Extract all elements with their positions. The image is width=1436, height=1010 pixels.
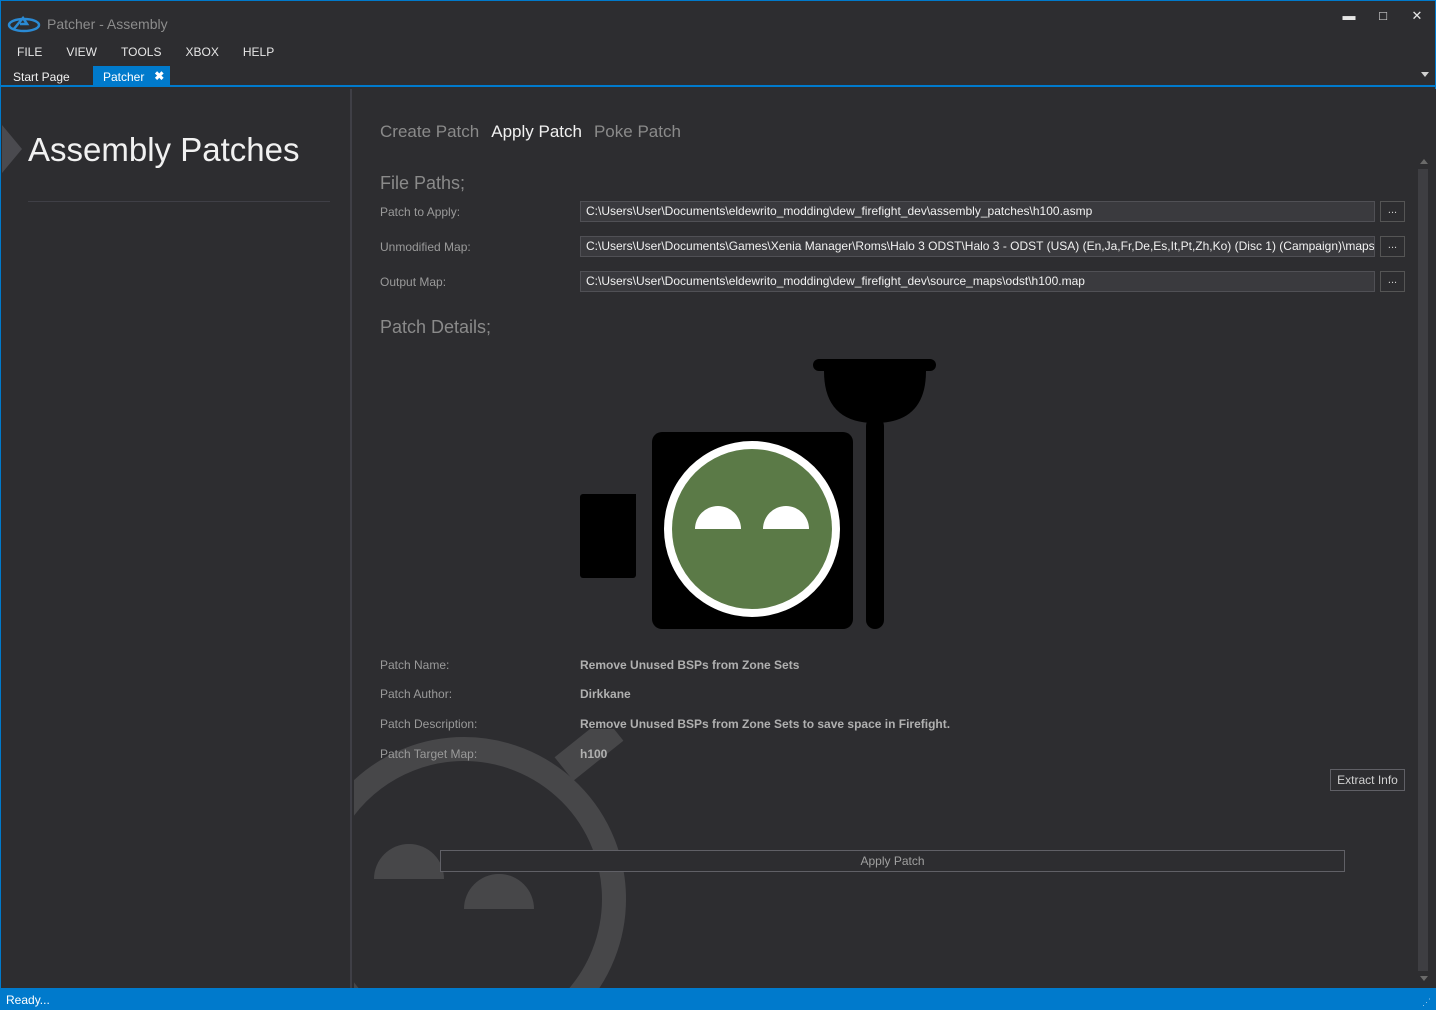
assembly-plunger-logo-icon: [580, 359, 936, 629]
extract-info-button[interactable]: Extract Info: [1330, 769, 1405, 791]
scroll-down-icon[interactable]: [1420, 976, 1428, 981]
patch-description-value: Remove Unused BSPs from Zone Sets to sav…: [580, 717, 951, 731]
browse-patch-button[interactable]: ...: [1380, 201, 1405, 222]
patch-details-heading: Patch Details;: [380, 317, 492, 337]
menu-bar: FILE VIEW TOOLS XBOX HELP: [5, 41, 286, 63]
patch-to-apply-input[interactable]: C:\Users\User\Documents\eldewrito_moddin…: [580, 201, 1375, 222]
selection-arrow-icon: [2, 125, 22, 173]
tab-label: Patcher: [103, 70, 145, 84]
patch-author-label: Patch Author:: [380, 687, 453, 701]
tab-create-patch[interactable]: Create Patch: [380, 122, 479, 142]
patch-target-map-value: h100: [580, 747, 608, 761]
tab-label: Start Page: [13, 70, 70, 84]
tab-start-page[interactable]: Start Page: [3, 66, 80, 87]
scroll-up-icon[interactable]: [1420, 159, 1428, 164]
document-tab-bar: Start Page Patcher ✖: [1, 66, 1435, 87]
tab-close-icon[interactable]: ✖: [154, 69, 164, 83]
left-pane: Assembly Patches: [2, 89, 352, 988]
tab-list-dropdown-icon[interactable]: [1421, 72, 1429, 77]
tab-patcher[interactable]: Patcher ✖: [93, 66, 171, 87]
apply-patch-button[interactable]: Apply Patch: [440, 850, 1345, 872]
tab-apply-patch[interactable]: Apply Patch: [491, 122, 582, 142]
patch-target-map-label: Patch Target Map:: [380, 747, 478, 761]
title-bar: Patcher - Assembly ▬ □ ✕: [1, 1, 1435, 41]
tab-poke-patch[interactable]: Poke Patch: [594, 122, 681, 142]
unmodified-map-input[interactable]: C:\Users\User\Documents\Games\Xenia Mana…: [580, 236, 1375, 257]
app-window: Patcher - Assembly ▬ □ ✕ FILE VIEW TOOLS…: [0, 0, 1436, 1010]
minimize-button[interactable]: ▬: [1335, 5, 1363, 27]
resize-grip-icon[interactable]: ⋰: [1422, 997, 1431, 1008]
patch-name-value: Remove Unused BSPs from Zone Sets: [580, 658, 800, 672]
patch-description-label: Patch Description:: [380, 717, 478, 731]
window-title: Patcher - Assembly: [47, 16, 168, 32]
patcher-main-panel: Create Patch Apply Patch Poke Patch File…: [354, 89, 1436, 988]
unmodified-map-label: Unmodified Map:: [380, 240, 471, 254]
patch-mode-tabs: Create Patch Apply Patch Poke Patch: [380, 122, 681, 142]
menu-xbox[interactable]: XBOX: [173, 41, 230, 63]
menu-view[interactable]: VIEW: [54, 41, 109, 63]
menu-help[interactable]: HELP: [231, 41, 286, 63]
output-map-label: Output Map:: [380, 275, 447, 289]
page-title: Assembly Patches: [28, 131, 300, 168]
scroll-track[interactable]: [1418, 169, 1428, 971]
output-map-input[interactable]: C:\Users\User\Documents\eldewrito_moddin…: [580, 271, 1375, 292]
patch-author-value: Dirkkane: [580, 687, 631, 701]
file-paths-heading: File Paths;: [380, 173, 466, 193]
patch-name-label: Patch Name:: [380, 658, 450, 672]
browse-output-map-button[interactable]: ...: [1380, 271, 1405, 292]
close-button[interactable]: ✕: [1403, 5, 1431, 27]
menu-file[interactable]: FILE: [5, 41, 54, 63]
maximize-button[interactable]: □: [1369, 5, 1397, 27]
divider: [28, 201, 330, 202]
status-text: Ready...: [6, 993, 50, 1007]
status-bar: Ready... ⋰: [1, 988, 1435, 1010]
assembly-logo-icon: [7, 15, 41, 33]
patch-to-apply-label: Patch to Apply:: [380, 205, 461, 219]
browse-unmodified-map-button[interactable]: ...: [1380, 236, 1405, 257]
menu-tools[interactable]: TOOLS: [109, 41, 173, 63]
vertical-scrollbar[interactable]: [1415, 157, 1431, 985]
